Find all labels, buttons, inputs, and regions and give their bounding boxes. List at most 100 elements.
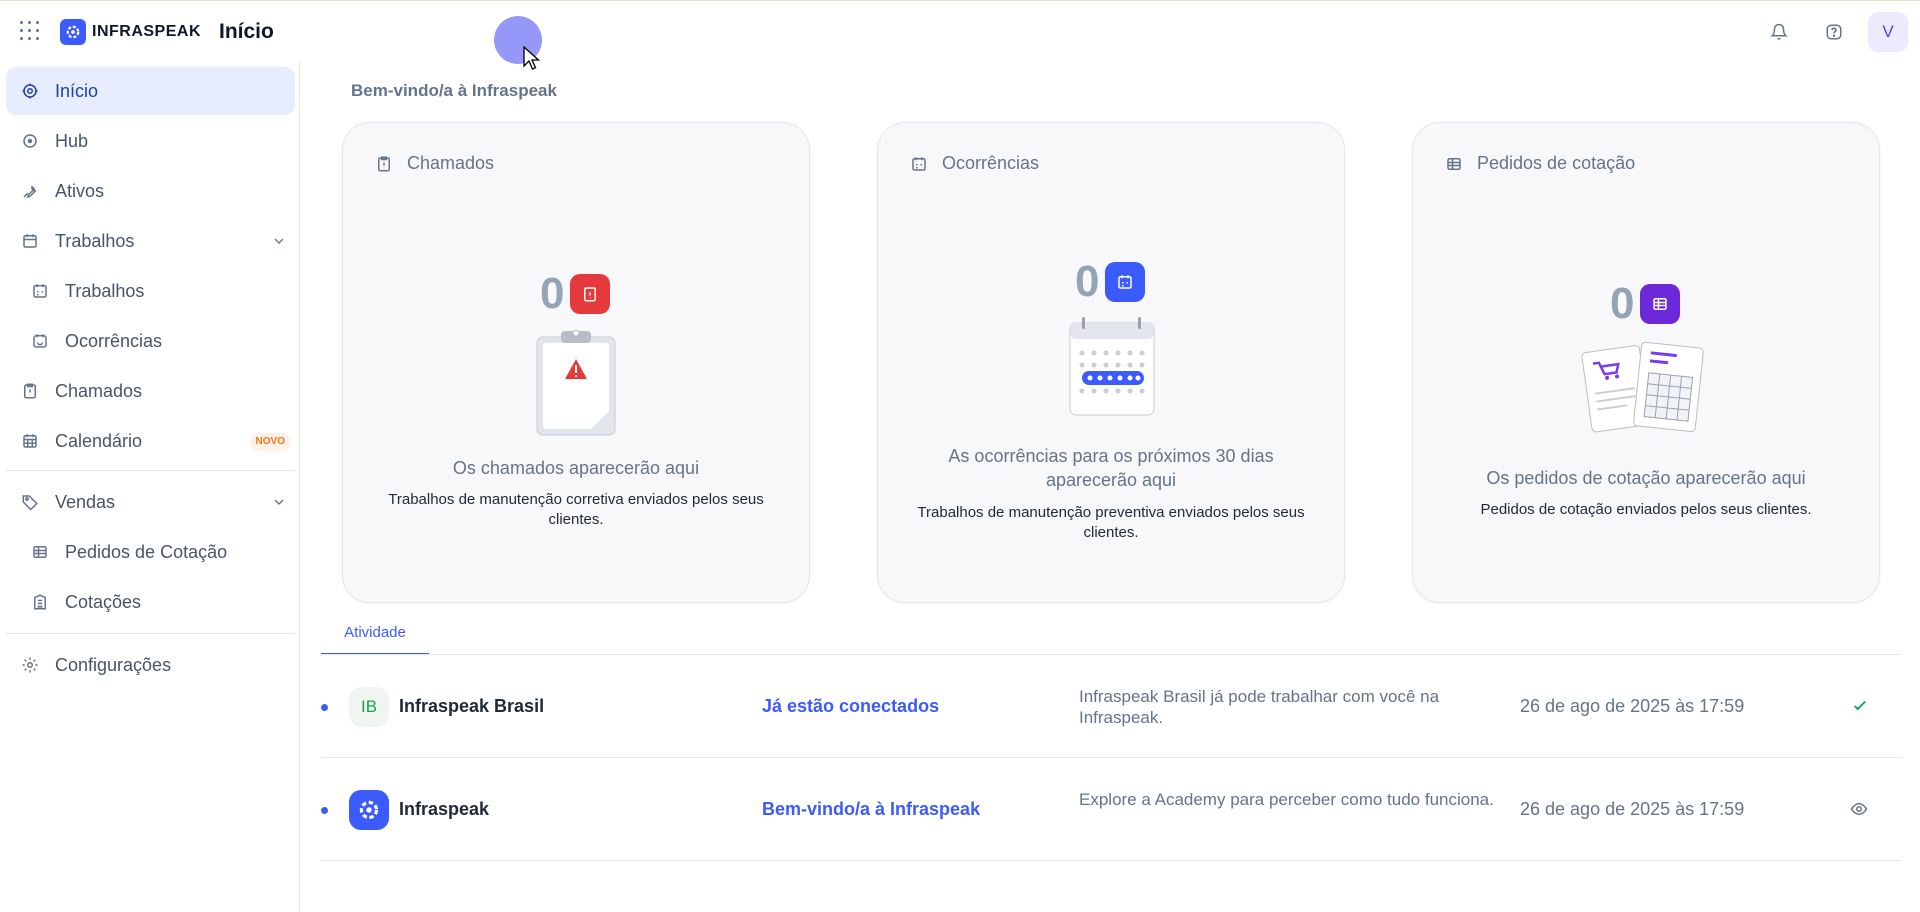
clipboard-alert-illustration bbox=[536, 329, 616, 436]
sidebar-item-label: Cotações bbox=[65, 591, 142, 612]
calendar-icon bbox=[912, 156, 926, 171]
sidebar-item-label: Trabalhos bbox=[55, 230, 135, 251]
sidebar-item-pedidos-de-cotacao[interactable]: Pedidos de Cotação bbox=[6, 528, 295, 576]
card-pedidos-de-cotacao[interactable]: Pedidos de cotação 0 Os pedidos de cotaç… bbox=[1412, 122, 1880, 603]
unread-indicator bbox=[321, 704, 328, 711]
wrench-icon bbox=[20, 181, 40, 201]
bell-icon bbox=[1770, 23, 1788, 40]
notifications-button[interactable] bbox=[1758, 11, 1800, 53]
sidebar-item-label: Hub bbox=[55, 130, 89, 151]
infraspeak-logo-icon bbox=[60, 19, 86, 45]
sidebar-item-vendas[interactable]: Vendas bbox=[6, 478, 295, 526]
calendar-icon bbox=[20, 231, 40, 251]
sidebar-item-label: Ocorrências bbox=[65, 330, 163, 351]
empty-state-description: Pedidos de cotação enviados pelos seus c… bbox=[1480, 501, 1812, 518]
activity-row[interactable]: IB Infraspeak Brasil Já estão conectados… bbox=[321, 655, 1901, 758]
clipboard-icon bbox=[570, 274, 611, 314]
card-title: Pedidos de cotação bbox=[1477, 153, 1636, 173]
sidebar-item-inicio[interactable]: Início bbox=[6, 67, 295, 115]
empty-state-description: Trabalhos de manutenção corretiva enviad… bbox=[388, 491, 764, 528]
activity-link[interactable]: Já estão conectados bbox=[762, 696, 939, 717]
activity-message: Infraspeak Brasil já pode trabalhar com … bbox=[1079, 687, 1440, 727]
calendar-icon bbox=[30, 281, 50, 301]
unread-indicator bbox=[321, 807, 328, 814]
sidebar-item-trabalhos-group[interactable]: Trabalhos bbox=[6, 217, 295, 265]
sidebar-item-ocorrencias[interactable]: Ocorrências bbox=[6, 317, 295, 365]
count-badge: 0 bbox=[1610, 279, 1681, 329]
help-button[interactable] bbox=[1813, 11, 1855, 53]
hub-icon bbox=[20, 131, 40, 151]
welcome-heading: Bem-vindo/a à Infraspeak bbox=[351, 81, 557, 100]
sidebar-item-configuracoes[interactable]: Configurações bbox=[6, 641, 295, 689]
tag-icon bbox=[20, 492, 40, 512]
brand-name: INFRASPEAK bbox=[92, 23, 202, 40]
activity-link[interactable]: Bem-vindo/a à Infraspeak bbox=[762, 799, 980, 820]
calendar-grid-icon bbox=[20, 431, 40, 451]
eye-icon[interactable] bbox=[1849, 800, 1869, 823]
sidebar-item-label: Calendário bbox=[55, 430, 143, 451]
sidebar-item-label: Chamados bbox=[55, 380, 143, 401]
quote-documents-illustration bbox=[1581, 341, 1704, 433]
sidebar-item-chamados[interactable]: Chamados bbox=[6, 367, 295, 415]
table-icon bbox=[1640, 284, 1681, 324]
sidebar-item-hub[interactable]: Hub bbox=[6, 117, 295, 165]
chevron-down-icon[interactable] bbox=[271, 233, 287, 254]
table-icon bbox=[1447, 157, 1461, 170]
sidebar-divider bbox=[6, 633, 295, 634]
activity-row[interactable]: Infraspeak Bem-vindo/a à Infraspeak Expl… bbox=[321, 758, 1901, 861]
tab-atividade[interactable]: Atividade bbox=[321, 620, 429, 655]
new-badge: NOVO bbox=[249, 433, 291, 451]
user-avatar[interactable]: V bbox=[1868, 12, 1908, 52]
sidebar-item-ativos[interactable]: Ativos bbox=[6, 167, 295, 215]
activity-name: Infraspeak bbox=[399, 799, 490, 819]
count-badge: 0 bbox=[540, 269, 611, 319]
check-icon bbox=[1851, 697, 1869, 720]
top-actions: V bbox=[1758, 11, 1920, 53]
activity-name: Infraspeak Brasil bbox=[399, 696, 545, 716]
help-icon bbox=[1826, 24, 1842, 40]
recurring-icon bbox=[30, 331, 50, 351]
gear-icon bbox=[20, 655, 40, 675]
card-chamados[interactable]: Chamados 0 Os chamados aparecerão aqui T… bbox=[342, 122, 810, 603]
sidebar-item-label: Configurações bbox=[55, 654, 172, 675]
mouse-cursor-icon bbox=[523, 46, 541, 70]
calendar-illustration bbox=[1069, 317, 1155, 416]
clipboard-icon bbox=[20, 381, 40, 401]
building-icon bbox=[30, 592, 50, 612]
target-icon bbox=[20, 81, 40, 101]
sidebar-item-calendario[interactable]: Calendário NOVO bbox=[6, 417, 295, 465]
sidebar-item-label: Vendas bbox=[55, 491, 116, 512]
sidebar-item-trabalhos[interactable]: Trabalhos bbox=[6, 267, 295, 315]
activity-message: Explore a Academy para perceber como tud… bbox=[1079, 790, 1494, 809]
table-icon bbox=[30, 542, 50, 562]
count-value: 0 bbox=[540, 269, 565, 318]
activity-date: 26 de ago de 2025 às 17:59 bbox=[1520, 696, 1745, 716]
card-header: Chamados bbox=[375, 153, 494, 174]
calendar-icon bbox=[1105, 262, 1146, 302]
infraspeak-logo-icon bbox=[349, 790, 389, 830]
empty-state-title: As ocorrências para os próximos 30 dias … bbox=[948, 446, 1274, 490]
empty-state-description: Trabalhos de manutenção preventiva envia… bbox=[917, 504, 1305, 541]
card-title: Ocorrências bbox=[942, 153, 1040, 173]
empty-state-title: Os chamados aparecerão aqui bbox=[452, 458, 700, 478]
empty-state-title: Os pedidos de cotação aparecerão aqui bbox=[1486, 468, 1806, 488]
sidebar-item-label: Início bbox=[55, 80, 99, 101]
sidebar-divider bbox=[6, 470, 295, 471]
sidebar-item-label: Ativos bbox=[55, 180, 105, 201]
card-header: Ocorrências bbox=[910, 153, 1039, 174]
card-ocorrencias[interactable]: Ocorrências 0 As ocorrências para os pró… bbox=[877, 122, 1345, 603]
card-header: Pedidos de cotação bbox=[1445, 153, 1635, 174]
count-value: 0 bbox=[1610, 279, 1635, 328]
sidebar-item-cotacoes[interactable]: Cotações bbox=[6, 578, 295, 626]
sidebar: Início Hub Ativos Trabalhos Trabalhos Oc… bbox=[0, 62, 300, 912]
sidebar-item-label: Pedidos de Cotação bbox=[65, 541, 228, 562]
count-value: 0 bbox=[1075, 257, 1100, 306]
avatar: IB bbox=[349, 687, 389, 727]
chevron-down-icon[interactable] bbox=[271, 494, 287, 515]
sidebar-item-label: Trabalhos bbox=[65, 280, 145, 301]
app-grid-icon[interactable] bbox=[20, 21, 40, 41]
activity-date: 26 de ago de 2025 às 17:59 bbox=[1520, 799, 1745, 819]
count-badge: 0 bbox=[1075, 257, 1146, 307]
brand-logo[interactable]: INFRASPEAK bbox=[60, 19, 201, 45]
clipboard-icon bbox=[378, 156, 390, 171]
